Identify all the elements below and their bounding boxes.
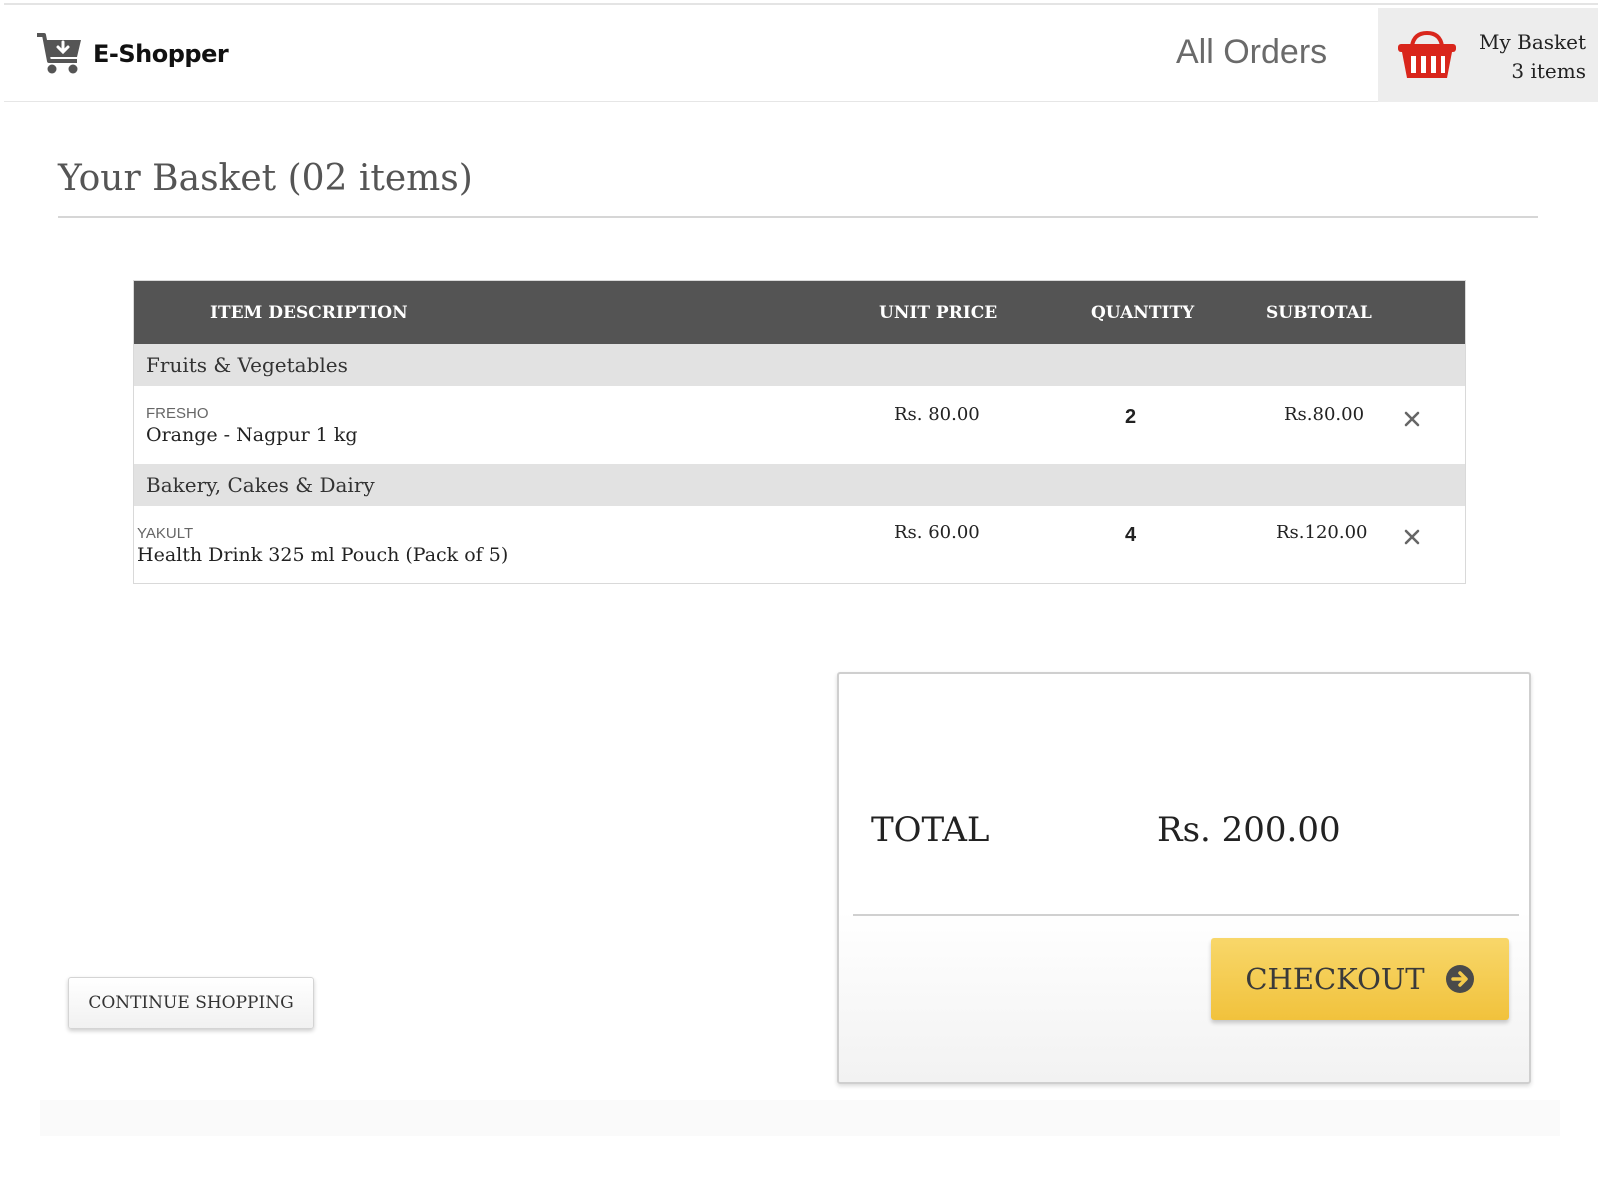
col-header-quantity: QUANTITY [1091, 303, 1195, 323]
category-row: Fruits & Vegetables [134, 344, 1465, 386]
checkout-button[interactable]: CHECKOUT [1211, 938, 1509, 1020]
page-title: Your Basket (02 items) [58, 158, 473, 199]
item-unit-price: Rs. 80.00 [894, 404, 980, 425]
category-label: Bakery, Cakes & Dairy [146, 473, 375, 497]
table-header: ITEM DESCRIPTION UNIT PRICE QUANTITY SUB… [134, 281, 1465, 344]
footer-band [40, 1100, 1560, 1136]
item-quantity[interactable]: 4 [1125, 524, 1136, 547]
category-row: Bakery, Cakes & Dairy [134, 464, 1465, 506]
continue-shopping-button[interactable]: CONTINUE SHOPPING [68, 977, 314, 1029]
brand-name: E-Shopper [93, 40, 229, 68]
brand-logo[interactable]: E-Shopper [35, 29, 229, 79]
table-row: YAKULT Health Drink 325 ml Pouch (Pack o… [134, 506, 1465, 584]
total-value: Rs. 200.00 [1157, 810, 1341, 850]
cart-download-icon [37, 33, 81, 74]
basket-icon [1398, 30, 1456, 78]
summary-divider [853, 914, 1519, 916]
close-icon[interactable] [1403, 410, 1421, 428]
item-subtotal: Rs.120.00 [1276, 522, 1368, 543]
item-quantity[interactable]: 2 [1125, 406, 1136, 429]
total-label: TOTAL [871, 810, 990, 850]
item-brand: FRESHO [146, 405, 209, 422]
close-icon[interactable] [1403, 528, 1421, 546]
my-basket-button[interactable]: My Basket 3 items [1378, 8, 1598, 102]
title-divider [58, 216, 1538, 218]
basket-title: My Basket [1478, 30, 1586, 54]
item-name[interactable]: Orange - Nagpur 1 kg [146, 424, 358, 446]
checkout-label: CHECKOUT [1245, 962, 1425, 996]
col-header-unit-price: UNIT PRICE [879, 303, 998, 323]
arrow-circle-right-icon [1445, 965, 1474, 993]
basket-table: ITEM DESCRIPTION UNIT PRICE QUANTITY SUB… [133, 280, 1466, 584]
category-label: Fruits & Vegetables [146, 353, 348, 377]
site-header: E-Shopper All Orders My Basket 3 items [4, 3, 1598, 102]
nav-all-orders[interactable]: All Orders [1176, 33, 1327, 72]
basket-count: 3 items [1511, 59, 1586, 83]
item-unit-price: Rs. 60.00 [894, 522, 980, 543]
item-subtotal: Rs.80.00 [1284, 404, 1365, 425]
item-brand: YAKULT [137, 525, 194, 542]
col-header-description: ITEM DESCRIPTION [210, 303, 408, 323]
order-summary: TOTAL Rs. 200.00 CHECKOUT [837, 672, 1531, 1084]
table-row: FRESHO Orange - Nagpur 1 kg Rs. 80.00 2 … [134, 386, 1465, 464]
col-header-subtotal: SUBTOTAL [1266, 303, 1372, 323]
item-name[interactable]: Health Drink 325 ml Pouch (Pack of 5) [137, 544, 508, 566]
